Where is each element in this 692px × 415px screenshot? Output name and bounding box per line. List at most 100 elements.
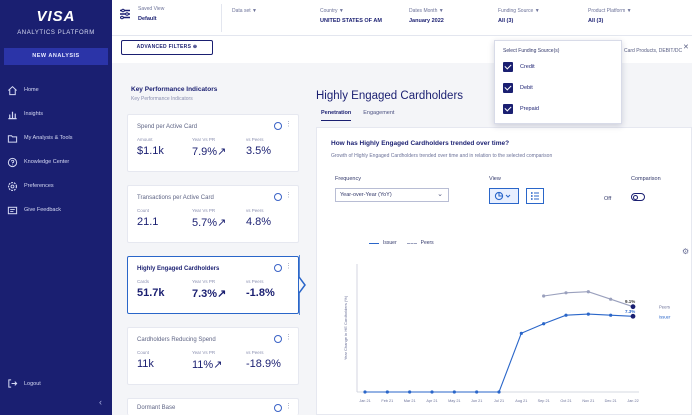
- kpi-card-dormant[interactable]: Dormant Base ⋮: [127, 398, 299, 415]
- option-debit[interactable]: Debit: [503, 83, 533, 93]
- sidebar-item-preferences[interactable]: Preferences: [0, 174, 112, 198]
- kpi-card-reducing-spend[interactable]: Cardholders Reducing Spend ⋮ Count 11k Ye…: [127, 327, 299, 385]
- sidebar-item-label: Insights: [24, 111, 43, 117]
- option-label: Credit: [520, 64, 535, 70]
- sidebar-item-insights[interactable]: Insights: [0, 102, 112, 126]
- kpi-metric-value: 11k: [137, 358, 154, 370]
- x-tick-label: Apr 21: [426, 399, 437, 403]
- kpi-metric-value: -18.9%: [246, 358, 281, 370]
- dataset-filter[interactable]: Data set ▼: [232, 8, 257, 18]
- logout-label: Logout: [24, 380, 41, 387]
- sidebar-item-my-analysis[interactable]: My Analysis & Tools: [0, 126, 112, 150]
- gear-icon[interactable]: ⚙: [682, 247, 689, 256]
- checkbox-checked[interactable]: [503, 83, 513, 93]
- list-view-button[interactable]: [526, 188, 544, 204]
- kpi-card-spend[interactable]: Spend per Active Card ⋮ Amount $1.1k Year…: [127, 114, 299, 172]
- kpi-metric-value: 11%↗: [192, 359, 223, 371]
- x-tick-label: May 21: [448, 399, 460, 403]
- kpi-metric-label: Count: [137, 350, 150, 355]
- frequency-label: Frequency: [335, 176, 361, 182]
- kpi-metric: Amount $1.1k: [137, 137, 164, 157]
- filter-value: All (3): [588, 18, 604, 24]
- comparison-toggle[interactable]: [631, 193, 645, 201]
- saved-view-label: Saved View: [138, 6, 165, 12]
- legend-label: Issuer: [383, 240, 397, 246]
- collapse-sidebar-icon[interactable]: ‹: [99, 397, 102, 407]
- trend-line-chart: Year Change in HE Cardholders (%) Jan 21 F…: [343, 264, 671, 403]
- kpi-card-highly-engaged[interactable]: Highly Engaged Cardholders ⋮ Cards 51.7k …: [127, 256, 299, 314]
- kpi-metric: Year Vs PR 7.9%↗: [192, 137, 226, 158]
- selected-card-pointer: [299, 255, 306, 315]
- more-icon[interactable]: ⋮: [285, 333, 292, 341]
- kpi-metric-value: $1.1k: [137, 145, 164, 157]
- legend-swatch: [369, 242, 379, 244]
- feedback-icon: [7, 206, 18, 214]
- data-point-issuer: [542, 322, 546, 326]
- frequency-value: Year-over-Year (YoY): [340, 192, 392, 198]
- more-icon[interactable]: ⋮: [285, 120, 292, 128]
- saved-view-selector[interactable]: Saved View Default: [118, 6, 164, 22]
- close-icon[interactable]: ✕: [683, 43, 689, 51]
- kpi-card-transactions[interactable]: Transactions per Active Card ⋮ Count 21.1…: [127, 185, 299, 243]
- tab-engagement[interactable]: Engagement: [363, 110, 394, 121]
- sidebar-item-home[interactable]: Home: [0, 78, 112, 102]
- info-icon[interactable]: [274, 122, 282, 130]
- visa-logo: VISA: [36, 8, 76, 25]
- new-analysis-button[interactable]: NEW ANALYSIS: [4, 48, 108, 65]
- product-platform-filter[interactable]: Product Platform ▼ All (3): [588, 8, 632, 24]
- filter-bar: Saved View Default Data set ▼ Country ▼ …: [112, 0, 692, 36]
- info-icon[interactable]: [274, 335, 282, 343]
- data-point-issuer: [452, 390, 456, 394]
- sidebar-item-feedback[interactable]: Give Feedback: [0, 198, 112, 222]
- tab-penetration[interactable]: Penetration: [321, 110, 352, 121]
- legend-item-issuer[interactable]: Issuer: [369, 240, 397, 246]
- comparison-label: Comparison: [631, 176, 661, 182]
- data-label-peers: 9.1%: [625, 299, 635, 304]
- option-prepaid[interactable]: Prepaid: [503, 104, 539, 114]
- filter-label: Data set ▼: [232, 8, 257, 14]
- more-icon[interactable]: ⋮: [285, 191, 292, 199]
- kpi-name: Spend per Active Card: [137, 124, 198, 130]
- legend-item-peers[interactable]: Peers: [406, 240, 434, 246]
- page-title: Highly Engaged Cardholders: [316, 90, 464, 102]
- folder-icon: [7, 134, 18, 143]
- info-icon[interactable]: [274, 264, 282, 272]
- kpi-metric-value: 7.3%↗: [192, 288, 227, 300]
- sidebar-item-label: Preferences: [24, 183, 54, 189]
- option-credit[interactable]: Credit: [503, 62, 535, 72]
- date-filter[interactable]: Dates Month ▼ January 2022: [409, 8, 444, 24]
- more-icon[interactable]: ⋮: [285, 262, 292, 270]
- chart-view-button[interactable]: [489, 188, 519, 204]
- info-icon[interactable]: [274, 404, 282, 412]
- filter-value: January 2022: [409, 18, 444, 24]
- kpi-metric: vs Peers 4.8%: [246, 208, 271, 228]
- kpi-metric-label: Cards: [137, 279, 150, 284]
- kpi-metric-value: 21.1: [137, 216, 159, 228]
- kpi-metric-label: vs Peers: [246, 208, 264, 213]
- logout-link[interactable]: Logout: [7, 378, 41, 389]
- filter-value: UNITED STATES OF AM: [320, 18, 382, 24]
- more-icon[interactable]: ⋮: [285, 402, 292, 410]
- option-label: Prepaid: [520, 106, 539, 112]
- kpi-metric-label: Amount: [137, 137, 153, 142]
- x-tick-label: Mar 21: [404, 399, 416, 403]
- info-icon[interactable]: [274, 193, 282, 201]
- funding-source-filter[interactable]: Funding Source ▼ All (3): [498, 8, 540, 24]
- kpi-metric: Cards 51.7k: [137, 279, 165, 299]
- checkbox-checked[interactable]: [503, 104, 513, 114]
- advanced-filters-button[interactable]: ADVANCED FILTERS ⊕: [121, 40, 213, 55]
- checkbox-checked[interactable]: [503, 62, 513, 72]
- country-filter[interactable]: Country ▼ UNITED STATES OF AM: [320, 8, 382, 24]
- frequency-select[interactable]: Year-over-Year (YoY) ⌄: [335, 188, 449, 202]
- sidebar-item-knowledge-center[interactable]: Knowledge Center: [0, 150, 112, 174]
- x-tick-label: Jan 22: [627, 399, 638, 403]
- option-label: Debit: [520, 85, 533, 91]
- data-point-issuer: [630, 313, 636, 319]
- kpi-metric-value: 7.9%↗: [192, 146, 227, 158]
- kpi-metric: vs Peers 3.5%: [246, 137, 271, 157]
- kpi-metric: vs Peers -1.8%: [246, 279, 275, 299]
- x-tick-label: Jan 21: [359, 399, 370, 403]
- kpi-metric-value: 5.7%↗: [192, 217, 227, 229]
- x-tick-label: Aug 21: [515, 399, 527, 403]
- kpi-metric-value: 51.7k: [137, 287, 165, 299]
